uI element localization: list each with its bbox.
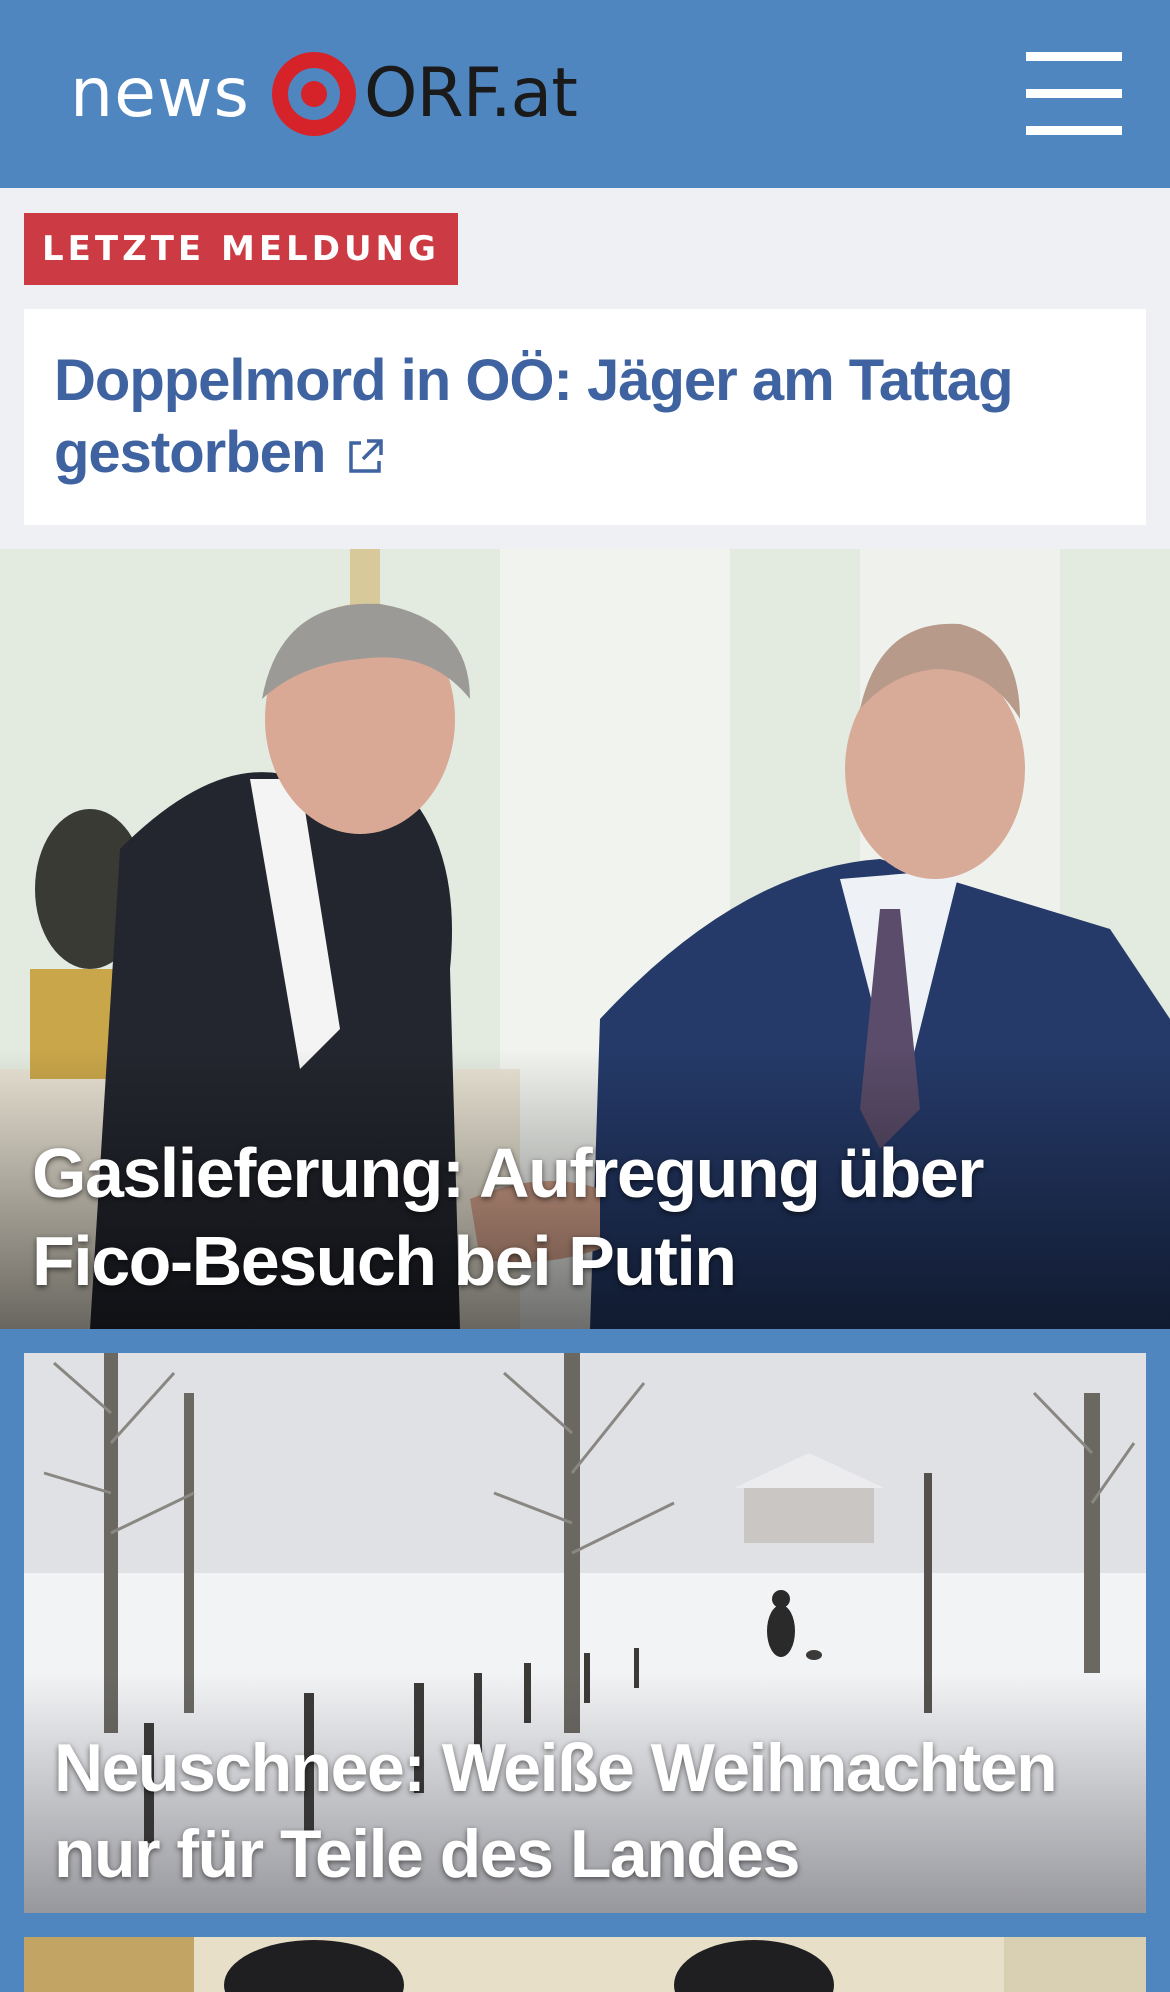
story-headline[interactable]: Neuschnee: Weiße Weihnachten nur für Tei… [54, 1725, 1134, 1897]
story-card-fico-putin[interactable]: Gaslieferung: Aufregung über Fico-Besuch… [0, 549, 1170, 1329]
menu-bar [1026, 52, 1122, 61]
story-photo-partial [24, 1937, 1146, 1992]
logo-orf-text: ORF.at [363, 54, 578, 133]
story-card-partial[interactable] [24, 1937, 1146, 1992]
hamburger-menu-icon[interactable] [1026, 52, 1122, 136]
story-card-neuschnee[interactable]: Neuschnee: Weiße Weihnachten nur für Tei… [24, 1353, 1146, 1913]
breaking-news-card[interactable]: Doppelmord in OÖ: Jäger am Tattag gestor… [24, 309, 1146, 525]
site-header: news ORF.at [0, 0, 1170, 188]
breaking-news-badge: LETZTE MELDUNG [24, 213, 458, 285]
story-headline[interactable]: Gaslieferung: Aufregung über Fico-Besuch… [32, 1129, 1132, 1305]
site-logo[interactable]: news ORF.at [70, 48, 578, 140]
breaking-news-headline[interactable]: Doppelmord in OÖ: Jäger am Tattag gestor… [54, 345, 1104, 489]
menu-bar [1026, 126, 1122, 135]
logo-news-text: news [70, 54, 250, 133]
menu-bar [1026, 89, 1122, 98]
external-link-icon [349, 438, 384, 473]
orf-eye-icon [271, 52, 356, 136]
